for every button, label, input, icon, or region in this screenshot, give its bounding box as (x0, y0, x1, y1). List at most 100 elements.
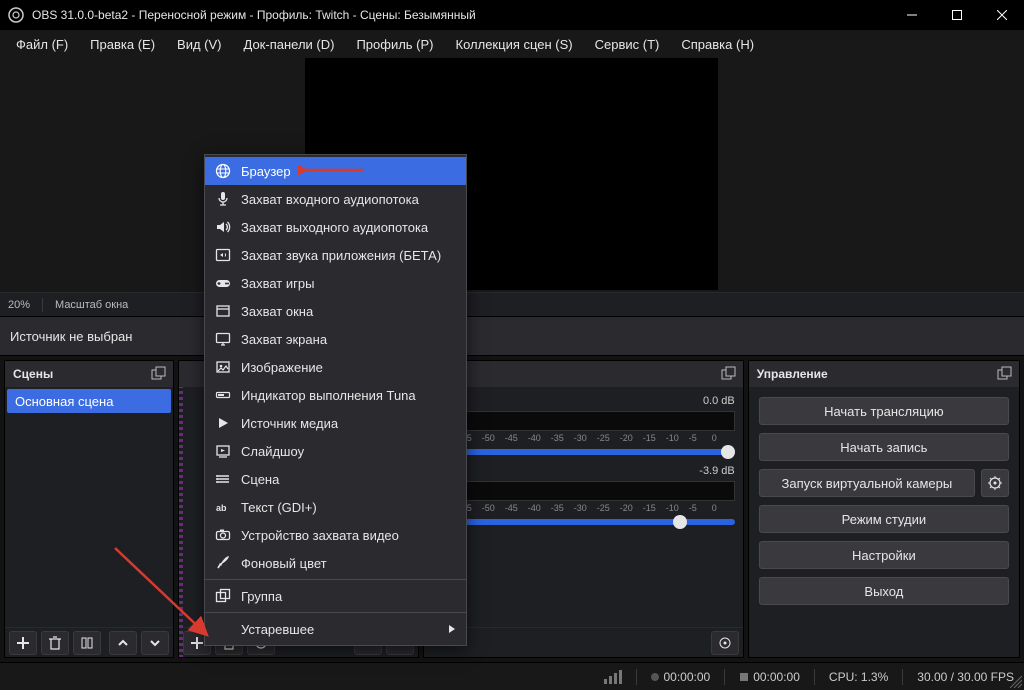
record-time: 00:00:00 (739, 670, 800, 684)
menu-scene-collection[interactable]: Коллекция сцен (S) (446, 33, 583, 56)
ctx-item-mic[interactable]: Захват входного аудиопотока (205, 185, 466, 213)
mixer-channel-1: 0.0 dB -60-55-50-45-40-35-30-25-20-15-10… (424, 391, 743, 457)
ctx-item-label: Браузер (241, 164, 291, 179)
volume-slider[interactable] (432, 449, 735, 455)
remove-scene-button[interactable] (41, 631, 69, 655)
start-stream-button[interactable]: Начать трансляцию (759, 397, 1009, 425)
controls-panel: Управление Начать трансляцию Начать запи… (748, 360, 1020, 658)
ctx-item-group[interactable]: Группа (205, 582, 466, 610)
virtual-cam-settings-button[interactable] (981, 469, 1009, 497)
dock-popout-icon[interactable] (151, 366, 167, 382)
preview-area[interactable] (0, 58, 1024, 292)
resize-grip-icon[interactable] (1008, 674, 1022, 688)
channel-db: -3.9 dB (699, 465, 734, 477)
mixer-toolbar (424, 627, 743, 657)
ctx-item-brush[interactable]: Фоновый цвет (205, 549, 466, 577)
ctx-item-label: Слайдшоу (241, 444, 304, 459)
stream-time: 00:00:00 (651, 670, 710, 684)
controls-panel-header[interactable]: Управление (749, 361, 1019, 387)
ctx-item-label: Захват экрана (241, 332, 327, 347)
volume-slider[interactable] (432, 519, 735, 525)
maximize-button[interactable] (934, 0, 979, 30)
settings-button[interactable]: Настройки (759, 541, 1009, 569)
svg-text:ab: ab (216, 503, 227, 513)
window-title: OBS 31.0.0-beta2 - Переносной режим - Пр… (32, 8, 889, 22)
mic-icon (215, 191, 231, 207)
scene-icon (215, 471, 231, 487)
monitor-icon (215, 331, 231, 347)
scenes-list: Основная сцена (5, 387, 173, 627)
sources-panel-grip[interactable] (179, 361, 183, 657)
window-icon (215, 303, 231, 319)
ctx-item-progress[interactable]: Индикатор выполнения Tuna (205, 381, 466, 409)
ctx-item-image[interactable]: Изображение (205, 353, 466, 381)
network-signal-icon (604, 670, 622, 684)
audio-mixer-header[interactable]: звука (424, 361, 743, 387)
mixer-channel-2: -3.9 dB -60-55-50-45-40-35-30-25-20-15-1… (424, 461, 743, 527)
ctx-item-label: Сцена (241, 472, 279, 487)
close-button[interactable] (979, 0, 1024, 30)
scenes-panel-title: Сцены (13, 367, 53, 381)
slideshow-icon (215, 443, 231, 459)
submenu-arrow-icon (448, 622, 456, 637)
minimize-button[interactable] (889, 0, 934, 30)
gamepad-icon (215, 275, 231, 291)
globe-icon (215, 163, 231, 179)
brush-icon (215, 555, 231, 571)
menubar: Файл (F) Правка (E) Вид (V) Док-панели (… (0, 30, 1024, 58)
menu-edit[interactable]: Правка (E) (80, 33, 165, 56)
start-record-button[interactable]: Начать запись (759, 433, 1009, 461)
ctx-item-label: Захват звука приложения (БЕТА) (241, 248, 441, 263)
ctx-item-label: Источник медиа (241, 416, 338, 431)
menu-file[interactable]: Файл (F) (6, 33, 78, 56)
ctx-item-media[interactable]: Источник медиа (205, 409, 466, 437)
dock-popout-icon[interactable] (721, 366, 737, 382)
scenes-panel-header[interactable]: Сцены (5, 361, 173, 387)
menu-view[interactable]: Вид (V) (167, 33, 231, 56)
scene-filters-button[interactable] (73, 631, 101, 655)
meter-scale: -60-55-50-45-40-35-30-25-20-15-10-50 (432, 503, 735, 513)
menu-help[interactable]: Справка (H) (671, 33, 764, 56)
preview-status-bar: 20% Масштаб окна (0, 292, 1024, 316)
ctx-item-label: Текст (GDI+) (241, 500, 317, 515)
zoom-level[interactable]: 20% (8, 299, 30, 311)
scene-item[interactable]: Основная сцена (7, 389, 171, 413)
image-icon (215, 359, 231, 375)
move-scene-up-button[interactable] (109, 631, 137, 655)
add-scene-button[interactable] (9, 631, 37, 655)
ctx-item-app-audio[interactable]: Захват звука приложения (БЕТА) (205, 241, 466, 269)
ctx-item-camera[interactable]: Устройство захвата видео (205, 521, 466, 549)
ctx-item-gamepad[interactable]: Захват игры (205, 269, 466, 297)
start-virtual-cam-button[interactable]: Запуск виртуальной камеры (759, 469, 975, 497)
audio-mixer-panel: звука 0.0 dB -60-55-50-45-40-35-30-25-20… (423, 360, 744, 658)
ctx-item-slideshow[interactable]: Слайдшоу (205, 437, 466, 465)
source-info-bar: Источник не выбран (0, 316, 1024, 356)
scale-mode[interactable]: Масштаб окна (55, 299, 128, 311)
dock-popout-icon[interactable] (997, 366, 1013, 382)
media-icon (215, 415, 231, 431)
ctx-item-speaker[interactable]: Захват выходного аудиопотока (205, 213, 466, 241)
scenes-toolbar (5, 627, 173, 657)
studio-mode-button[interactable]: Режим студии (759, 505, 1009, 533)
exit-button[interactable]: Выход (759, 577, 1009, 605)
ctx-item-label: Захват окна (241, 304, 313, 319)
ctx-item-label: Устройство захвата видео (241, 528, 399, 543)
menu-tools[interactable]: Сервис (T) (585, 33, 670, 56)
scenes-panel: Сцены Основная сцена (4, 360, 174, 658)
ctx-item-text[interactable]: ab Текст (GDI+) (205, 493, 466, 521)
ctx-item-label: Группа (241, 589, 282, 604)
menu-profile[interactable]: Профиль (P) (346, 33, 443, 56)
progress-icon (215, 387, 231, 403)
ctx-item-deprecated[interactable]: Устаревшее (205, 615, 466, 643)
ctx-item-monitor[interactable]: Захват экрана (205, 325, 466, 353)
ctx-item-label: Захват входного аудиопотока (241, 192, 419, 207)
move-scene-down-button[interactable] (141, 631, 169, 655)
audio-meter (432, 411, 735, 431)
ctx-item-label: Захват игры (241, 276, 314, 291)
text-icon: ab (215, 499, 231, 515)
ctx-item-window[interactable]: Захват окна (205, 297, 466, 325)
menu-docks[interactable]: Док-панели (D) (234, 33, 345, 56)
ctx-item-scene[interactable]: Сцена (205, 465, 466, 493)
mixer-settings-button[interactable] (711, 631, 739, 655)
ctx-item-globe[interactable]: Браузер (205, 157, 466, 185)
